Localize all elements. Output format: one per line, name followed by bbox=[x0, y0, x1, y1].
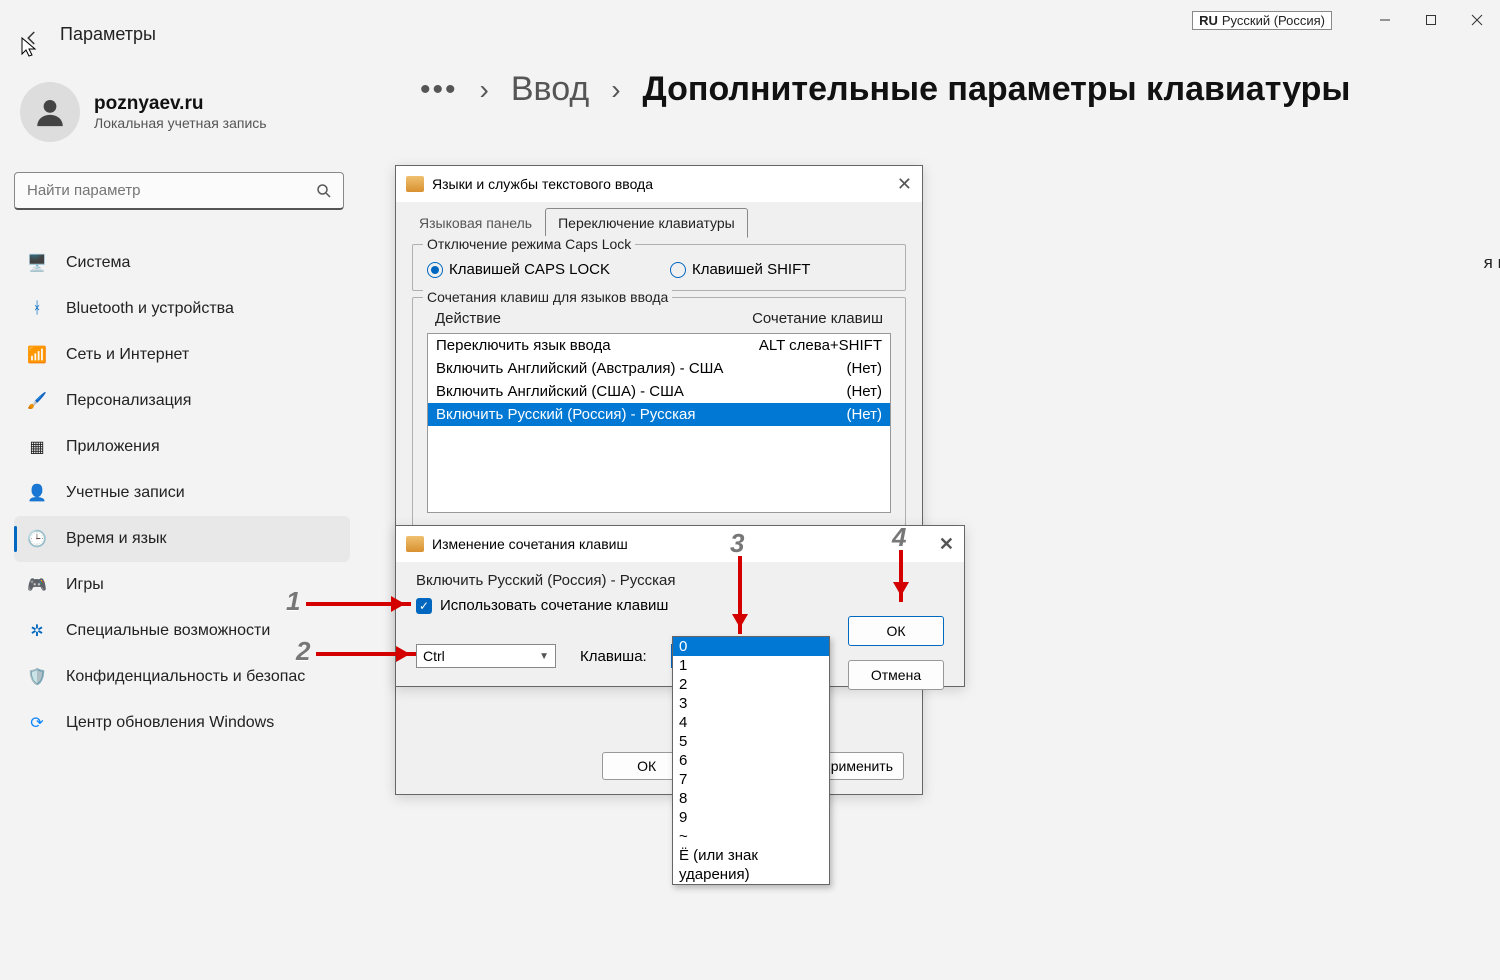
column-action: Действие bbox=[435, 310, 723, 327]
profile-block[interactable]: poznyaev.ru Локальная учетная запись bbox=[14, 82, 350, 142]
dropdown-option[interactable]: 4 bbox=[673, 713, 829, 732]
enable-hotkey-checkbox[interactable]: ✓ Использовать сочетание клавиш bbox=[416, 597, 944, 614]
dropdown-option[interactable]: 9 bbox=[673, 808, 829, 827]
profile-subtitle: Локальная учетная запись bbox=[94, 115, 267, 131]
dropdown-option[interactable]: ~ bbox=[673, 827, 829, 846]
bluetooth-icon: ᚼ bbox=[26, 298, 48, 320]
apps-icon: ▦ bbox=[26, 436, 48, 458]
group-capslock-label: Отключение режима Caps Lock bbox=[423, 236, 635, 252]
nav-system[interactable]: 🖥️Система bbox=[14, 240, 350, 286]
nav-apps[interactable]: ▦Приложения bbox=[14, 424, 350, 470]
sidebar-nav: 🖥️Система ᚼBluetooth и устройства 📶Сеть … bbox=[14, 240, 350, 746]
search-box[interactable] bbox=[14, 172, 344, 210]
dialog-titlebar[interactable]: Изменение сочетания клавиш ✕ bbox=[396, 526, 964, 562]
checkbox-checked-icon: ✓ bbox=[416, 598, 432, 614]
wifi-icon: 📶 bbox=[26, 344, 48, 366]
dropdown-option[interactable]: 6 bbox=[673, 751, 829, 770]
annotation-arrow bbox=[738, 556, 742, 634]
modifier-select[interactable]: Ctrl▼ bbox=[416, 644, 556, 668]
keyboard-icon bbox=[406, 536, 424, 552]
search-input[interactable] bbox=[25, 181, 315, 200]
target-language-label: Включить Русский (Россия) - Русская bbox=[416, 572, 944, 589]
annotation-arrow bbox=[316, 652, 416, 656]
nav-bluetooth[interactable]: ᚼBluetooth и устройства bbox=[14, 286, 350, 332]
dropdown-option[interactable]: 1 bbox=[673, 656, 829, 675]
chevron-right-icon: › bbox=[480, 74, 489, 106]
dialog-title: Изменение сочетания клавиш bbox=[432, 536, 628, 552]
radio-capslock[interactable]: Клавишей CAPS LOCK bbox=[427, 261, 610, 278]
dropdown-option[interactable]: 2 bbox=[673, 675, 829, 694]
nav-personalization[interactable]: 🖌️Персонализация bbox=[14, 378, 350, 424]
annotation-number: 2 bbox=[296, 636, 310, 667]
nav-network[interactable]: 📶Сеть и Интернет bbox=[14, 332, 350, 378]
radio-on-icon bbox=[427, 262, 443, 278]
annotation-number: 4 bbox=[892, 522, 906, 553]
breadcrumb: ••• › Ввод › Дополнительные параметры кл… bbox=[420, 70, 1480, 109]
breadcrumb-prev[interactable]: Ввод bbox=[511, 70, 589, 109]
keyboard-icon bbox=[406, 176, 424, 192]
key-dropdown-list[interactable]: 0 1 2 3 4 5 6 7 8 9 ~ Ё (или знак ударен… bbox=[672, 636, 830, 885]
cancel-button[interactable]: Отмена bbox=[848, 660, 944, 690]
text-services-dialog: Языки и службы текстового ввода ✕ Языков… bbox=[395, 165, 923, 795]
annotation-arrow bbox=[306, 602, 411, 606]
dropdown-option[interactable]: 8 bbox=[673, 789, 829, 808]
brush-icon: 🖌️ bbox=[26, 390, 48, 412]
list-item[interactable]: Включить Английский (США) - США(Нет) bbox=[428, 380, 890, 403]
dropdown-option[interactable]: 5 bbox=[673, 732, 829, 751]
nav-time-language[interactable]: 🕒Время и язык bbox=[14, 516, 350, 562]
background-text-fragment: я не на bbox=[1484, 253, 1500, 273]
gamepad-icon: 🎮 bbox=[26, 574, 48, 596]
profile-name: poznyaev.ru bbox=[94, 93, 267, 115]
breadcrumb-current: Дополнительные параметры клавиатуры bbox=[643, 70, 1351, 109]
chevron-down-icon: ▼ bbox=[539, 651, 549, 662]
monitor-icon: 🖥️ bbox=[26, 252, 48, 274]
app-title: Параметры bbox=[60, 24, 156, 45]
avatar-icon bbox=[20, 82, 80, 142]
dialog-titlebar[interactable]: Языки и службы текстового ввода ✕ bbox=[396, 166, 922, 202]
list-item[interactable]: Переключить язык вводаALT слева+SHIFT bbox=[428, 334, 890, 357]
dialog-title: Языки и службы текстового ввода bbox=[432, 176, 653, 192]
dialog-close-button[interactable]: ✕ bbox=[939, 534, 954, 555]
dropdown-option[interactable]: 0 bbox=[673, 637, 829, 656]
hotkeys-list[interactable]: Переключить язык вводаALT слева+SHIFT Вк… bbox=[427, 333, 891, 513]
key-label: Клавиша: bbox=[580, 648, 647, 665]
list-item[interactable]: Включить Английский (Австралия) - США(Не… bbox=[428, 357, 890, 380]
globe-clock-icon: 🕒 bbox=[26, 528, 48, 550]
dialog-close-button[interactable]: ✕ bbox=[897, 174, 912, 195]
dropdown-option[interactable]: 3 bbox=[673, 694, 829, 713]
radio-off-icon bbox=[670, 262, 686, 278]
dropdown-option[interactable]: Ё (или знак ударения) bbox=[673, 846, 829, 884]
cursor-icon bbox=[20, 36, 38, 58]
annotation-number: 1 bbox=[286, 586, 300, 617]
group-hotkeys-label: Сочетания клавиш для языков ввода bbox=[423, 289, 672, 305]
column-combo: Сочетание клавиш bbox=[723, 310, 883, 327]
ok-button[interactable]: ОК bbox=[848, 616, 944, 646]
list-item-selected[interactable]: Включить Русский (Россия) - Русская(Нет) bbox=[428, 403, 890, 426]
nav-windows-update[interactable]: ⟳Центр обновления Windows bbox=[14, 700, 350, 746]
update-icon: ⟳ bbox=[26, 712, 48, 734]
search-icon bbox=[315, 182, 333, 200]
nav-accounts[interactable]: 👤Учетные записи bbox=[14, 470, 350, 516]
chevron-right-icon: › bbox=[611, 74, 620, 106]
accessibility-icon: ✲ bbox=[26, 620, 48, 642]
tab-keyboard-switch[interactable]: Переключение клавиатуры bbox=[545, 208, 748, 238]
annotation-number: 3 bbox=[730, 528, 744, 559]
breadcrumb-overflow[interactable]: ••• bbox=[420, 73, 458, 107]
dropdown-option[interactable]: 7 bbox=[673, 770, 829, 789]
radio-shift[interactable]: Клавишей SHIFT bbox=[670, 261, 810, 278]
tab-language-bar[interactable]: Языковая панель bbox=[406, 208, 545, 238]
shield-icon: 🛡️ bbox=[26, 666, 48, 688]
annotation-arrow bbox=[899, 550, 903, 602]
person-icon: 👤 bbox=[26, 482, 48, 504]
